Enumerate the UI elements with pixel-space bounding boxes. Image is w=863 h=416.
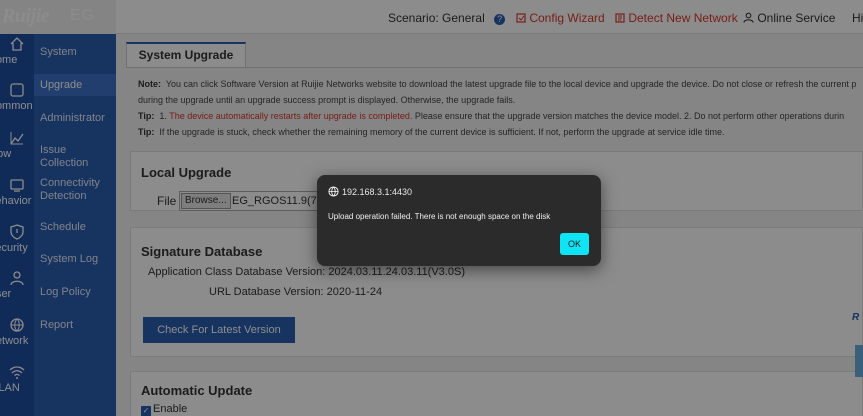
dialog-origin: 192.168.3.1:4430 — [328, 186, 412, 197]
dialog-message: Upload operation failed. There is not en… — [328, 212, 551, 221]
dialog-ok-button[interactable]: OK — [560, 233, 589, 255]
alert-dialog: 192.168.3.1:4430 Upload operation failed… — [317, 175, 601, 266]
dialog-origin-text: 192.168.3.1:4430 — [342, 187, 413, 197]
globe-icon — [328, 186, 339, 197]
